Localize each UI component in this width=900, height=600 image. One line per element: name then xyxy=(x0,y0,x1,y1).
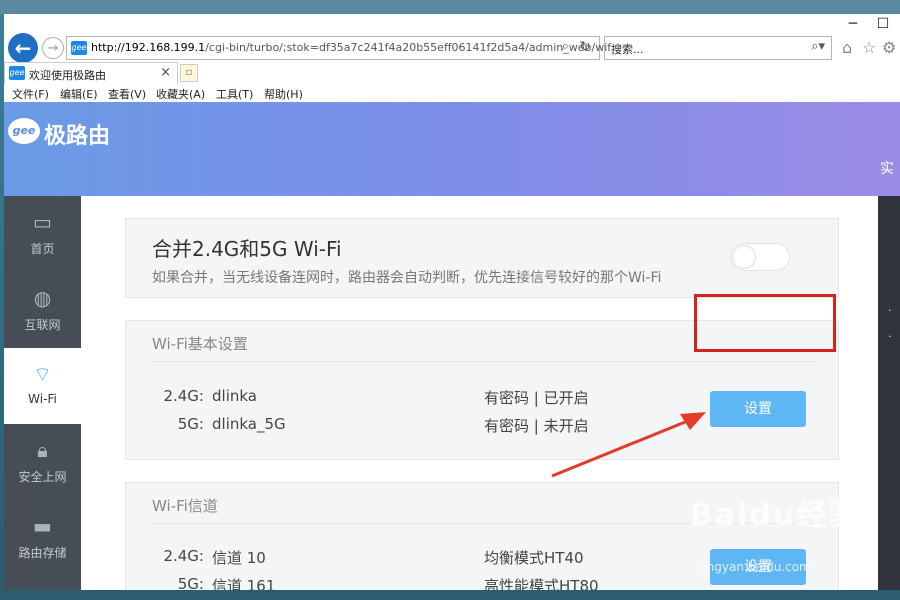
annotation-arrow-shaft xyxy=(551,418,691,478)
baidu-watermark: Baidu经验 xyxy=(690,498,861,533)
desktop-background-bottom xyxy=(0,590,900,600)
baidu-watermark-url: jingyan.baidu.com xyxy=(700,560,811,574)
